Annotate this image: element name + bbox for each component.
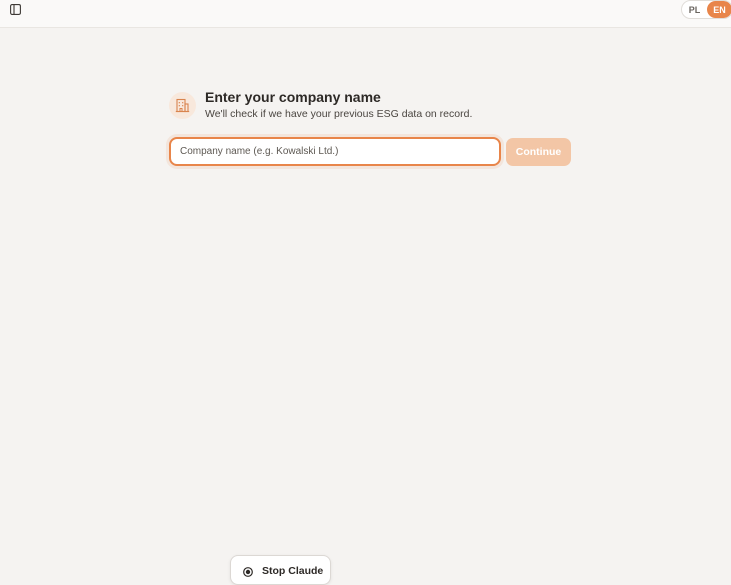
language-option-en[interactable]: EN [707, 1, 731, 18]
stop-claude-button[interactable]: Stop Claude [230, 555, 331, 585]
language-option-pl[interactable]: PL [682, 1, 707, 18]
continue-button[interactable]: Continue [506, 138, 571, 166]
page-subtitle: We'll check if we have your previous ESG… [205, 108, 473, 120]
top-bar: PL EN [0, 0, 731, 28]
stop-claude-label: Stop Claude [262, 565, 324, 577]
stop-circle-icon [243, 567, 253, 577]
company-name-input[interactable] [171, 139, 499, 164]
company-name-field [169, 137, 501, 166]
sidebar-panel-icon[interactable] [9, 3, 22, 16]
building-icon [169, 92, 196, 119]
language-switcher: PL EN [681, 0, 731, 19]
page-title: Enter your company name [205, 89, 381, 105]
